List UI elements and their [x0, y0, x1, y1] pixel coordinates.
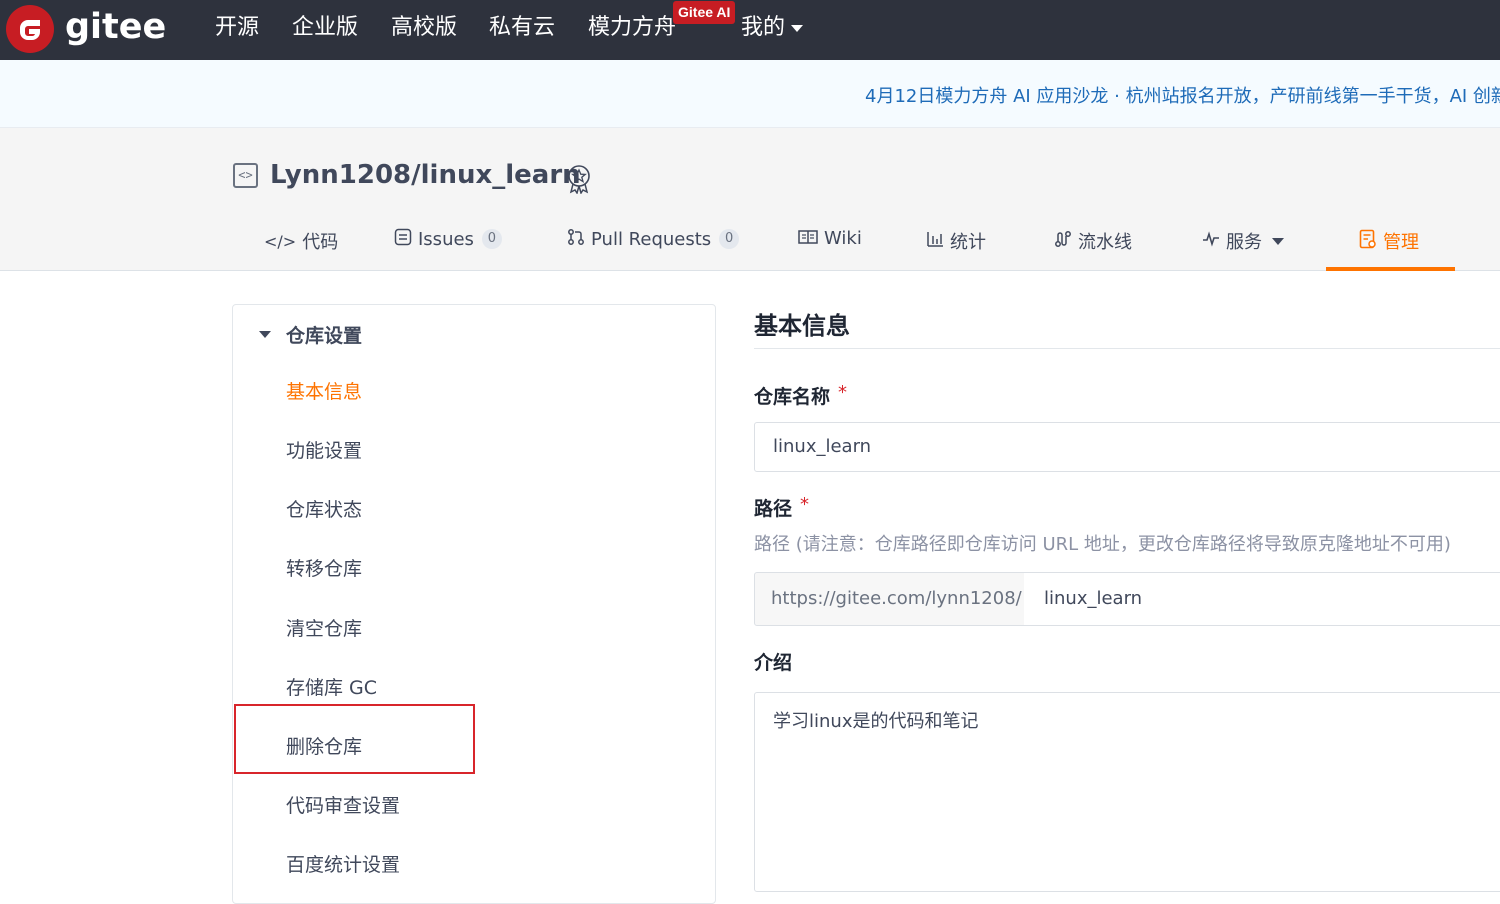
required-mark: * — [800, 494, 810, 515]
sidebar-heading: 仓库设置 — [286, 325, 363, 347]
sidebar-section-repo-settings[interactable]: 仓库设置 — [259, 321, 362, 348]
tab-code[interactable]: </> 代码 — [264, 228, 338, 254]
sidebar-item-clear-repo[interactable]: 清空仓库 — [286, 614, 362, 641]
chevron-down-icon — [1272, 237, 1284, 245]
service-icon — [1202, 231, 1220, 251]
tab-stats[interactable]: 统计 — [926, 228, 986, 254]
delete-repo-highlight — [234, 704, 475, 774]
nav-mine-dropdown[interactable]: 我的 — [741, 13, 804, 43]
tab-wiki-label: Wiki — [824, 228, 862, 249]
tab-service-label: 服务 — [1226, 232, 1262, 253]
award-icon[interactable] — [566, 164, 592, 194]
code-icon: </> — [264, 231, 297, 251]
title-divider — [754, 348, 1500, 349]
repo-name-input[interactable]: linux_learn — [754, 422, 1500, 472]
required-mark: * — [838, 382, 848, 403]
tab-service[interactable]: 服务 — [1202, 228, 1284, 254]
active-tab-indicator — [1326, 267, 1455, 271]
pull-request-icon — [567, 228, 585, 250]
issues-count-badge: 0 — [481, 229, 502, 249]
manage-icon — [1359, 229, 1377, 253]
nav-university[interactable]: 高校版 — [391, 13, 457, 43]
gitee-ai-badge: Gitee AI — [673, 1, 736, 24]
path-prefix: https://gitee.com/lynn1208/ — [754, 572, 1025, 626]
repo-name-label: 仓库名称 * — [754, 382, 847, 409]
wiki-icon — [798, 229, 818, 249]
stats-icon — [926, 230, 944, 252]
repo-title[interactable]: Lynn1208/linux_learn — [270, 160, 581, 190]
path-label-text: 路径 — [754, 498, 793, 520]
tab-issues[interactable]: Issues 0 — [394, 228, 502, 250]
sidebar-item-feature-settings[interactable]: 功能设置 — [286, 436, 362, 463]
tab-code-label: 代码 — [302, 232, 339, 253]
nav-moli-fangzhou[interactable]: 模力方舟 — [588, 13, 676, 43]
sidebar-item-basic-info[interactable]: 基本信息 — [286, 377, 362, 404]
tab-pipeline-label: 流水线 — [1078, 232, 1132, 253]
nav-mine-label: 我的 — [741, 15, 786, 40]
path-label: 路径 * — [754, 494, 809, 521]
repo-name-label-text: 仓库名称 — [754, 386, 831, 408]
tab-issues-label: Issues — [418, 228, 474, 250]
gitee-logo-icon — [6, 5, 54, 53]
logo-text: gitee — [65, 7, 167, 47]
tab-stats-label: 统计 — [950, 232, 986, 253]
settings-sidebar: 仓库设置 基本信息 功能设置 仓库状态 转移仓库 清空仓库 存储库 GC 删除仓… — [232, 304, 716, 904]
nav-private-cloud[interactable]: 私有云 — [489, 13, 555, 43]
page-title: 基本信息 — [754, 312, 850, 340]
path-input[interactable]: linux_learn — [1024, 572, 1500, 626]
tab-pull-requests[interactable]: Pull Requests 0 — [567, 228, 740, 250]
nav-enterprise[interactable]: 企业版 — [292, 13, 358, 43]
tab-manage[interactable]: 管理 — [1359, 228, 1419, 254]
caret-down-icon — [259, 331, 271, 338]
sidebar-item-transfer-repo[interactable]: 转移仓库 — [286, 554, 362, 581]
intro-textarea[interactable]: 学习linux是的代码和笔记 — [754, 692, 1500, 892]
announcement-bar: 4月12日模力方舟 AI 应用沙龙 · 杭州站报名开放，产研前线第一手干货，AI… — [0, 60, 1500, 128]
intro-label: 介绍 — [754, 652, 793, 674]
nav-open-source[interactable]: 开源 — [215, 13, 259, 43]
sidebar-item-code-review-settings[interactable]: 代码审查设置 — [286, 791, 400, 818]
tab-pipeline[interactable]: 流水线 — [1054, 228, 1132, 254]
path-hint: 路径 (请注意：仓库路径即仓库访问 URL 地址，更改仓库路径将导致原克隆地址不… — [754, 534, 1451, 555]
sidebar-item-repo-status[interactable]: 仓库状态 — [286, 495, 362, 522]
top-navbar: gitee 开源 企业版 高校版 私有云 模力方舟 Gitee AI 我的 — [0, 0, 1500, 60]
repo-icon: <> — [233, 163, 258, 188]
tab-wiki[interactable]: Wiki — [798, 228, 862, 249]
tab-manage-label: 管理 — [1383, 232, 1419, 253]
announcement-text[interactable]: 4月12日模力方舟 AI 应用沙龙 · 杭州站报名开放，产研前线第一手干货，AI… — [865, 82, 1500, 108]
project-header: <> Lynn1208/linux_learn </> 代码 Issues 0 … — [0, 128, 1500, 271]
issues-icon — [394, 228, 412, 250]
gitee-logo[interactable]: gitee — [6, 5, 166, 53]
chevron-down-icon — [791, 24, 804, 32]
sidebar-item-repo-gc[interactable]: 存储库 GC — [286, 673, 377, 700]
pipeline-icon — [1054, 230, 1072, 252]
pull-requests-count-badge: 0 — [719, 229, 740, 249]
tab-pull-requests-label: Pull Requests — [591, 228, 712, 250]
